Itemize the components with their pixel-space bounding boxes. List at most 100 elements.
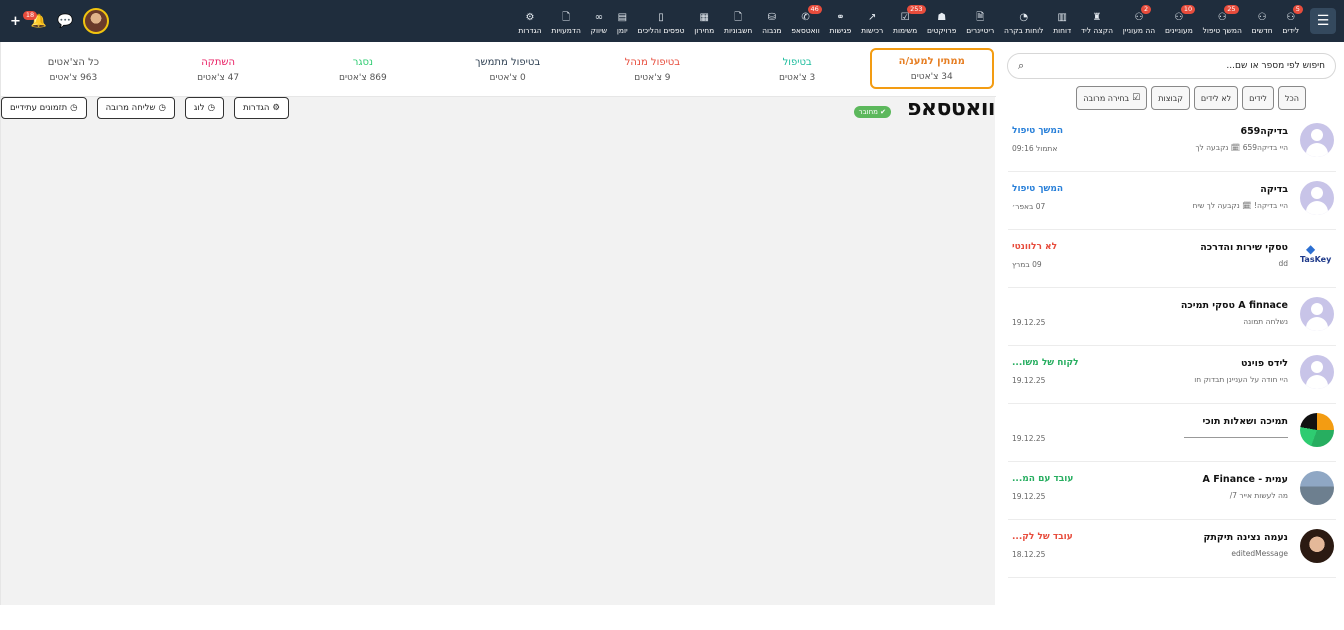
main-nav: ⚇ לידים 5 ⚇ חדשים ⚇ המשך טיפול 25 ⚇ מעוניינים 10 ⚇ ה… — [513, 0, 1304, 42]
nav-item-2[interactable]: ⚇ המשך טיפול 25 — [1198, 0, 1247, 42]
chat-name: תמיכה ושאלות תוכי — [1202, 416, 1289, 427]
chat-list-item[interactable]: בדיקה היי בדיקה! 🗓 נקבעה לך שיח המשך טיפול… — [1008, 172, 1336, 230]
bar-chart-icon: ▥ — [1057, 11, 1067, 23]
nav-item-19[interactable]: ∞ שיווק — [586, 0, 612, 42]
nav-item-label: חשבוניות — [724, 25, 753, 35]
connected-badge: ✔ מחובר — [853, 106, 891, 118]
filter-not-leads[interactable]: לא לידים — [1193, 86, 1239, 110]
chat-list-item[interactable]: ◆ TasKey טסקי שירות והדרכה dd לא רלוונטי 09 ב… — [1008, 230, 1336, 288]
stat-tab-3[interactable]: בטיפול מתמשך 0 צ'אטים — [435, 42, 580, 97]
chat-list-item[interactable]: בדיקה659 היי בדיקה659 🗓 נקבעה לך המשך טיפו… — [1008, 114, 1336, 172]
nav-item-label: מעוניינים — [1164, 25, 1193, 35]
stat-count: 3 צ'אטים — [779, 72, 816, 83]
file-icon: 🗋 — [562, 11, 571, 23]
nav-item-7[interactable]: ◔ לוחות בקרה — [999, 0, 1048, 42]
chat-avatar — [1300, 529, 1334, 563]
chat-list-item[interactable]: A finnace טסקי תמיכה נשלחה תמונה 19.12.25 — [1008, 288, 1336, 346]
nav-item-3[interactable]: ⚇ מעוניינים 10 — [1160, 0, 1198, 42]
barcode-icon: ▦ — [699, 11, 709, 23]
users-icon: ⚇ — [1286, 11, 1296, 23]
nav-item-18[interactable]: ▤ יומן — [612, 0, 633, 42]
page-title: וואטסאפ — [906, 96, 996, 121]
status-stats-bar: ממתין למענ/ה 34 צ'אטים בטיפול 3 צ'אטים בטיפו… — [1, 42, 996, 97]
chat-name: בדיקה659 — [1240, 126, 1288, 137]
bulk-send-button[interactable]: ◷ שליחה מרובה — [96, 97, 175, 119]
nav-item-9[interactable]: ☗ פרויקטים — [922, 0, 961, 42]
chat-list-item[interactable]: תמיכה ושאלות תוכי 19.12.25 — [1008, 404, 1336, 462]
filter-all[interactable]: הכל — [1277, 86, 1306, 110]
nav-item-label: הגדרות — [518, 25, 542, 35]
chat-bubbles-icon[interactable]: 💬 — [57, 14, 73, 29]
stat-tab-1[interactable]: בטיפול 3 צ'אטים — [725, 42, 870, 97]
nav-item-15[interactable]: 🗋 חשבוניות — [719, 0, 757, 42]
bell-icon[interactable]: 🔔 18 — [22, 10, 47, 29]
chat-date: 19.12.25 — [1012, 318, 1046, 327]
scheduled-button[interactable]: ◷ תזמונים עתידיים — [1, 97, 87, 119]
chat-name: לידס פוינט — [1241, 358, 1288, 369]
chat-name: טסקי שירות והדרכה — [1200, 242, 1288, 253]
chat-status: עובד של לק... — [1012, 532, 1073, 542]
chat-name: נעמה נצינה תיקתק — [1203, 532, 1288, 543]
stat-tab-4[interactable]: נסגר 869 צ'אטים — [291, 42, 436, 97]
nav-item-10[interactable]: ☑ משימות 253 — [888, 0, 926, 42]
nav-item-label: המשך טיפול — [1202, 25, 1242, 35]
nav-badge: 46 — [807, 5, 822, 14]
chat-avatar — [1300, 413, 1334, 447]
chat-last-message: היי בדיקה659 🗓 נקבעה לך — [1195, 143, 1288, 152]
nav-item-13[interactable]: ✆ וואטסאפ 46 — [786, 0, 824, 42]
whatsapp-icon: ✆ — [801, 11, 810, 23]
nav-item-12[interactable]: ⚭ פגישות — [825, 0, 857, 42]
user-avatar[interactable] — [83, 8, 110, 34]
nav-item-17[interactable]: ▯ טפסים והליכים — [633, 0, 690, 42]
chat-last-message: היי בדיקה! 🗓 נקבעה לך שיח — [1192, 201, 1288, 210]
stat-title: בטיפול — [782, 56, 812, 68]
stat-tab-6[interactable]: כל הצ'אטים 963 צ'אטים — [1, 42, 146, 97]
nav-item-6[interactable]: ▥ דוחות — [1048, 0, 1076, 42]
nav-item-1[interactable]: ⚇ חדשים — [1247, 0, 1278, 42]
link-icon: ∞ — [594, 11, 604, 23]
nav-item-20[interactable]: 🗋 הדמעויות — [547, 0, 586, 42]
chat-avatar — [1300, 123, 1334, 157]
nav-item-label: ריטיינרים — [966, 25, 995, 35]
chat-filters: הכל לידים לא לידים קבוצות ☑ בחירה מרובה — [1076, 86, 1306, 110]
chat-list-item[interactable]: נעמה נצינה תיקתק editedMessage עובד של לק.… — [1008, 520, 1336, 578]
chat-name: עמית - A Finance — [1202, 474, 1288, 485]
chat-last-message: היי חודה על העניינן תבדוק חו — [1194, 375, 1288, 384]
chat-name: בדיקה — [1260, 184, 1288, 195]
filter-multi-select[interactable]: ☑ בחירה מרובה — [1076, 86, 1148, 110]
chat-list-item[interactable]: לידס פוינט היי חודה על העניינן תבדוק חו לק… — [1008, 346, 1336, 404]
stat-tab-0[interactable]: ממתין למענ/ה 34 צ'אטים — [869, 48, 994, 89]
nav-item-4[interactable]: ⚇ הה מעוניין 2 — [1118, 0, 1160, 42]
whatsapp-icon: ◷ — [70, 103, 78, 113]
filter-groups[interactable]: קבוצות — [1151, 86, 1190, 110]
nav-item-label: לוחות בקרה — [1004, 25, 1044, 35]
bulk-send-label: שליחה מרובה — [105, 103, 156, 113]
stat-count: 34 צ'אטים — [910, 71, 953, 82]
chat-list-item[interactable]: עמית - A Finance מה לעשות אייר 7/עובד עם … — [1008, 462, 1336, 520]
chat-date: אתמול 09:16 — [1012, 144, 1058, 153]
whatsapp-icon: ◷ — [158, 103, 166, 113]
plus-icon[interactable]: + — [10, 14, 21, 29]
nav-badge: 25 — [1224, 5, 1239, 14]
filter-leads[interactable]: לידים — [1242, 86, 1274, 110]
stat-tab-2[interactable]: בטיפול מנהל 9 צ'אטים — [580, 42, 725, 97]
log-button[interactable]: ◷ לוג — [184, 97, 224, 119]
nav-badge: 10 — [1180, 5, 1196, 14]
database-icon: ⛁ — [767, 11, 776, 23]
settings-button[interactable]: ⚙ הגדרות — [234, 97, 290, 119]
stat-tab-5[interactable]: השתקה 47 צ'אטים — [146, 42, 291, 97]
nav-item-11[interactable]: ↗ רכישות — [856, 0, 888, 42]
nav-item-5[interactable]: ♜ הקצה ליד — [1076, 0, 1118, 42]
chat-date: 07 באפר׳ — [1012, 202, 1046, 211]
search-input[interactable]: חיפוש לפי מספר או שם... ⌕ — [1007, 53, 1336, 79]
stat-title: נסגר — [352, 56, 374, 68]
hamburger-menu-icon[interactable]: ☰ — [1310, 8, 1336, 34]
chat-avatar — [1300, 471, 1334, 505]
nav-item-16[interactable]: ▦ מחירון — [689, 0, 719, 42]
nav-item-8[interactable]: 🗎 ריטיינרים — [961, 0, 999, 42]
nav-item-14[interactable]: ⛁ מנבוה — [757, 0, 786, 42]
nav-item-21[interactable]: ⚙ הגדרות — [513, 0, 546, 42]
nav-item-label: דוחות — [1053, 25, 1072, 35]
nav-item-0[interactable]: ⚇ לידים 5 — [1278, 0, 1304, 42]
nav-item-label: משימות — [893, 25, 918, 35]
